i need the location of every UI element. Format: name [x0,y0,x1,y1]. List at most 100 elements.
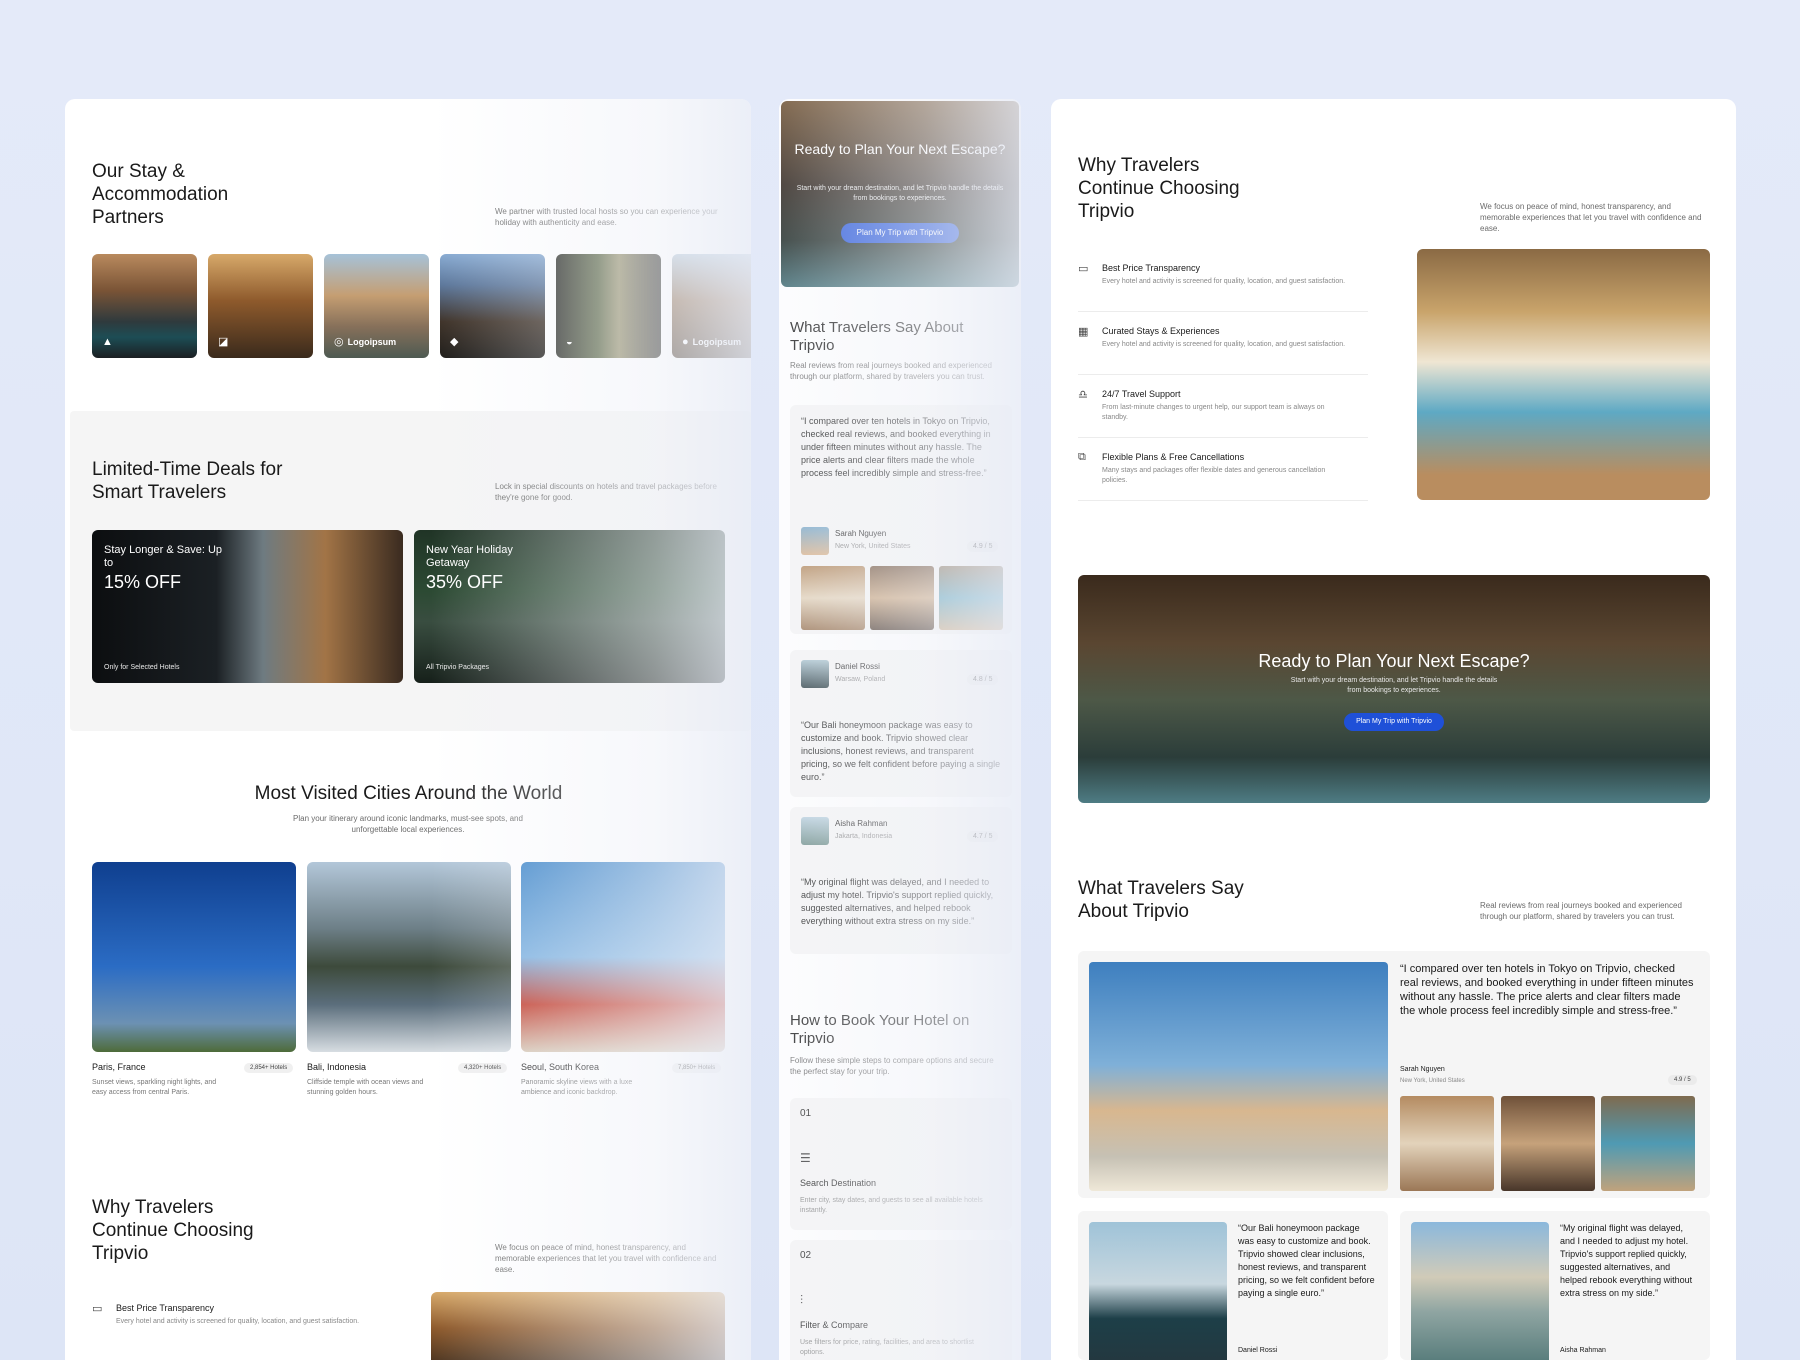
partner-card[interactable]: ● Logoipsum [672,254,751,358]
review-quote: “My original flight was delayed, and I n… [1560,1223,1693,1298]
feature-item: ▭ Best Price Transparency Every hotel an… [1078,263,1346,285]
review-card: Aisha Rahman Jakarta, Indonesia 4.7 / 5 … [790,807,1012,954]
feature-item: ▭ Best Price Transparency Every hotel an… [92,1303,360,1325]
feature-item: ▦ Curated Stays & Experiences Every hote… [1078,326,1346,348]
reviewer-name: Sarah Nguyen [1400,1066,1445,1073]
deals-title: Limited-Time Deals for Smart Travelers [92,459,283,503]
city-name: Paris, France [92,1062,146,1072]
partner-logo-icon: ● [682,336,689,348]
reviews-desc: Real reviews from real journeys booked a… [1480,901,1682,921]
city-desc: Panoramic skyline views with a luxe ambi… [521,1079,633,1096]
feature-item: ♎ 24/7 Travel Support From last-minute c… [1078,389,1325,421]
hotel-count-badge: 2,854+ Hotels [244,1063,294,1073]
hotel-count-badge: 4,320+ Hotels [458,1063,508,1073]
partner-card[interactable]: ◎ Logoipsum [324,254,429,358]
review-quote: “Our Bali honeymoon package was easy to … [801,720,1001,782]
cta-hero: Ready to Plan Your Next Escape? Start wi… [781,101,1019,287]
review-photo [1601,1096,1695,1191]
partner-card[interactable]: ◆ [440,254,545,358]
cta-hero: Ready to Plan Your Next Escape? Start wi… [1078,575,1710,803]
rating-badge: 4.9 / 5 [1668,1075,1697,1085]
headset-icon: ♎ [1078,389,1088,401]
why-title: Why Travelers Continue Choosing Tripvio [1078,155,1240,222]
reviewer-name: Aisha Rahman [835,819,888,828]
why-desc: We focus on peace of mind, honest transp… [495,1243,717,1274]
rating-badge: 4.8 / 5 [967,674,999,685]
step-number: 01 [800,1108,812,1119]
reviewer-location: Jakarta, Indonesia [835,833,893,840]
search-list-icon: ☰ [800,1151,811,1165]
copy-icon: ⧉ [1078,451,1086,463]
city-desc: Cliffside temple with ocean views and st… [307,1079,424,1096]
deal-footnote: All Tripvio Packages [426,664,490,671]
cities-desc: Plan your itinerary around iconic landma… [293,814,523,834]
howto-desc: Follow these simple steps to compare opt… [790,1056,994,1076]
reviewer-location: Warsaw, Poland [835,676,886,683]
divider [1078,311,1368,312]
why-desc: We focus on peace of mind, honest transp… [1480,202,1702,233]
partner-logo-icon: ◒ [566,336,573,348]
sliders-icon: ⫶ [800,1293,804,1307]
review-photo [870,566,934,630]
reviewer-location: New York, United States [835,543,911,550]
avatar [801,817,829,845]
reviews-desc: Real reviews from real journeys booked a… [790,361,992,381]
review-card: Daniel Rossi Warsaw, Poland 4.8 / 5 “Our… [790,650,1012,797]
middle-panel: Ready to Plan Your Next Escape? Start wi… [779,99,1021,1360]
deal-percent: 35% OFF [426,572,504,592]
deal-card[interactable]: Stay Longer & Save: Up to 15% OFF Only f… [92,530,403,683]
partner-card[interactable]: ◒ [556,254,661,358]
divider [1078,437,1368,438]
divider [1078,374,1368,375]
review-quote: “I compared over ten hotels in Tokyo on … [801,416,991,478]
city-card-image[interactable] [307,862,511,1052]
partner-logo-icon: ◪ [218,336,229,348]
rating-badge: 4.7 / 5 [967,831,999,842]
review-photo [1501,1096,1595,1191]
city-name: Bali, Indonesia [307,1062,367,1072]
step-desc: Use filters for price, rating, facilitie… [800,1339,974,1356]
review-photo [801,566,865,630]
review-card: “Our Bali honeymoon package was easy to … [1078,1211,1388,1360]
reviews-title: What Travelers Say About Tripvio [1078,878,1244,922]
cash-icon: ▭ [1078,263,1089,275]
partner-logo-icon: ◆ [450,336,459,348]
deal-card[interactable]: New Year Holiday Getaway 35% OFF All Tri… [414,530,725,683]
step-card: 01 ☰ Search Destination Enter city, stay… [790,1098,1012,1230]
city-card-image[interactable] [92,862,296,1052]
review-photo [1400,1096,1494,1191]
deal-title: Stay Longer & Save: Up to [104,544,223,569]
step-title: Search Destination [800,1178,877,1188]
building-icon: ▦ [1078,326,1089,338]
reviewer-name: Sarah Nguyen [835,529,887,538]
feature-image [1417,249,1710,500]
howto-title: How to Book Your Hotel on Tripvio [790,1012,970,1047]
step-desc: Enter city, stay dates, and guests to se… [800,1197,983,1214]
cta-title: Ready to Plan Your Next Escape? [794,141,1006,157]
left-panel: Our Stay & Accommodation Partners We par… [65,99,751,1360]
review-card: “I compared over ten hotels in Tokyo on … [1078,951,1710,1198]
review-photo-large [1411,1222,1549,1360]
partner-card[interactable]: ▲ [92,254,197,358]
reviews-title: What Travelers Say About Tripvio [790,319,964,354]
feature-item: ⧉ Flexible Plans & Free Cancellations Ma… [1078,451,1326,484]
rating-badge: 4.9 / 5 [967,541,999,552]
partners-title: Our Stay & Accommodation Partners [92,161,229,228]
partner-card[interactable]: ◪ [208,254,313,358]
review-quote: “I compared over ten hotels in Tokyo on … [1400,963,1694,1017]
avatar [801,660,829,688]
review-photo [939,566,1003,630]
review-photo-large [1089,1222,1227,1360]
city-card-image[interactable] [521,862,725,1052]
review-photo-large [1089,962,1388,1191]
plan-trip-button[interactable]: Plan My Trip with Tripvio [841,223,959,243]
deal-percent: 15% OFF [104,572,182,592]
step-title: Filter & Compare [800,1320,869,1330]
review-quote: “Our Bali honeymoon package was easy to … [1238,1223,1375,1298]
why-title: Why Travelers Continue Choosing Tripvio [92,1197,254,1264]
reviewer-name: Daniel Rossi [835,662,880,671]
deal-title: New Year Holiday Getaway [426,544,513,569]
step-number: 02 [800,1250,812,1261]
plan-trip-button[interactable]: Plan My Trip with Tripvio [1344,713,1444,731]
review-card: “My original flight was delayed, and I n… [1400,1211,1710,1360]
